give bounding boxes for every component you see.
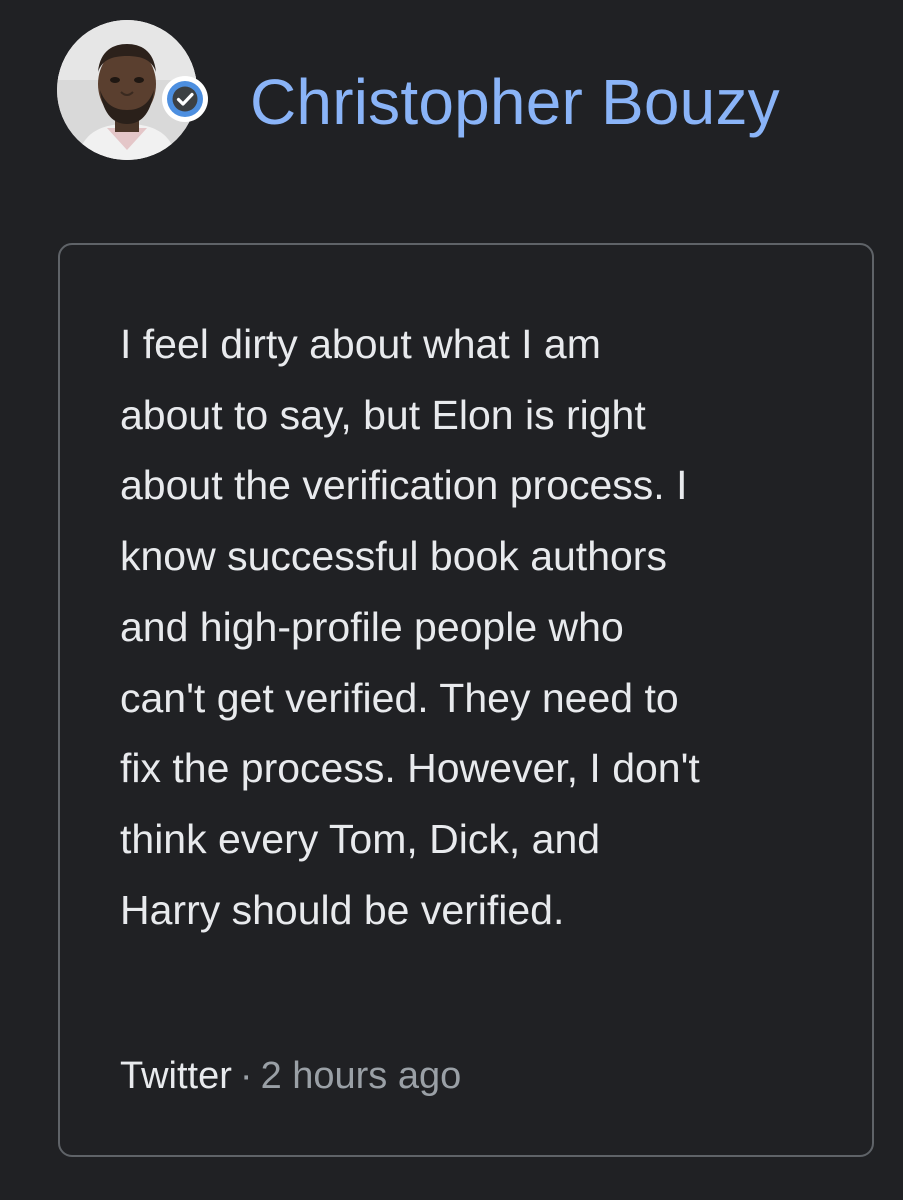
verified-check-icon: [160, 74, 210, 124]
post-meta: Twitter · 2 hours ago: [120, 1051, 461, 1101]
post-text-line: Harry should be verified.: [120, 886, 565, 933]
post-text-line: and high-profile people who: [120, 603, 624, 650]
post-text-line: about the verification process. I: [120, 462, 688, 509]
post-text-line: about to say, but Elon is right: [120, 391, 646, 438]
post-header: Christopher Bouzy: [0, 0, 903, 200]
post-text-line: know successful book authors: [120, 533, 667, 580]
post-text-line: can't get verified. They need to: [120, 674, 679, 721]
post-text-line: I feel dirty about what I am: [120, 321, 601, 367]
post-text: I feel dirty about what I am about to sa…: [120, 309, 840, 945]
post-page: Christopher Bouzy I feel dirty about wha…: [0, 0, 903, 1200]
post-text-line: fix the process. However, I don't: [120, 745, 700, 792]
post-card[interactable]: I feel dirty about what I am about to sa…: [58, 243, 874, 1157]
post-timestamp: 2 hours ago: [260, 1055, 462, 1097]
post-text-line: think every Tom, Dick, and: [120, 815, 601, 862]
author-name[interactable]: Christopher Bouzy: [250, 62, 780, 142]
post-source[interactable]: Twitter: [120, 1055, 232, 1097]
meta-separator: ·: [239, 1055, 253, 1097]
